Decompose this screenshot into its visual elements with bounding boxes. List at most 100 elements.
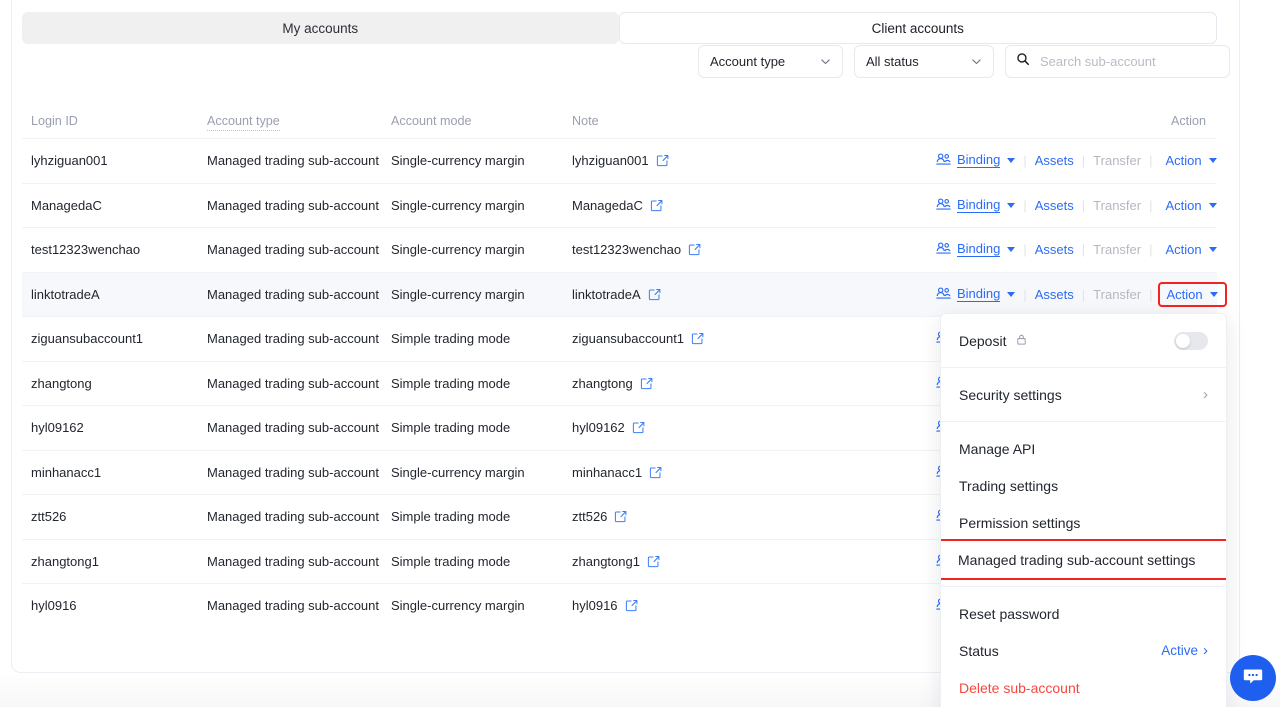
assets-link[interactable]: Assets xyxy=(1035,153,1074,168)
menu-item-security-settings[interactable]: Security settings › xyxy=(941,376,1226,413)
cell-login-id: ManagedaC xyxy=(31,197,102,213)
edit-note-icon[interactable] xyxy=(625,599,638,612)
cell-note: minhanacc1 xyxy=(572,465,936,480)
menu-item-delete-sub-account[interactable]: Delete sub-account xyxy=(941,669,1226,706)
cell-note: zhangtong1 xyxy=(572,554,936,569)
transfer-link[interactable]: Transfer xyxy=(1093,198,1141,213)
menu-item-trading-settings[interactable]: Trading settings xyxy=(941,467,1226,504)
search-icon xyxy=(1016,52,1030,71)
action-separator: | xyxy=(1023,286,1027,302)
assets-link[interactable]: Assets xyxy=(1035,198,1074,213)
action-dropdown-button[interactable]: Action xyxy=(1160,196,1221,215)
action-separator: | xyxy=(1081,242,1086,258)
chat-support-button[interactable] xyxy=(1230,655,1276,701)
cell-account-mode: Single-currency margin xyxy=(391,153,525,169)
caret-down-icon xyxy=(1209,291,1218,297)
edit-note-icon[interactable] xyxy=(649,466,662,479)
cell-note: test12323wenchao xyxy=(572,242,936,257)
cell-note: hyl0916 xyxy=(572,598,936,613)
account-tabs: My accounts Client accounts xyxy=(22,12,1217,44)
action-dropdown-button-label: Action xyxy=(1165,153,1202,169)
transfer-link[interactable]: Transfer xyxy=(1093,153,1141,168)
cell-login-id: ziguansubaccount1 xyxy=(31,331,144,347)
binding-button[interactable]: Binding xyxy=(936,152,1016,169)
users-icon xyxy=(936,197,951,214)
cell-account-type: Managed trading sub-account xyxy=(207,286,380,302)
transfer-link[interactable]: Transfer xyxy=(1093,287,1141,302)
menu-item-manage-api-label: Manage API xyxy=(959,440,1036,457)
cell-login-id: zhangtong xyxy=(31,375,92,391)
column-header-action: Action xyxy=(1170,114,1206,128)
cell-account-mode: Simple trading mode xyxy=(391,331,511,347)
edit-note-icon[interactable] xyxy=(640,377,653,390)
cell-account-type: Managed trading sub-account xyxy=(207,509,380,525)
cell-account-type: Managed trading sub-account xyxy=(207,598,380,614)
menu-item-security-settings-label: Security settings xyxy=(959,386,1062,403)
action-dropdown-button[interactable]: Action xyxy=(1158,281,1227,307)
action-separator: | xyxy=(1149,197,1153,213)
cell-note-text: zhangtong1 xyxy=(572,553,640,569)
cell-login-id: lyhziguan001 xyxy=(31,153,108,169)
edit-note-icon[interactable] xyxy=(614,510,627,523)
edit-note-icon[interactable] xyxy=(632,421,645,434)
status-badge: Active › xyxy=(1161,643,1208,658)
edit-note-icon[interactable] xyxy=(647,555,660,568)
account-type-select-label: Account type xyxy=(710,54,786,69)
transfer-link[interactable]: Transfer xyxy=(1093,242,1141,257)
edit-note-icon[interactable] xyxy=(648,288,661,301)
account-type-select[interactable]: Account type xyxy=(698,45,843,78)
menu-item-permission-settings[interactable]: Permission settings xyxy=(941,504,1226,541)
action-separator: | xyxy=(1081,286,1086,302)
action-separator: | xyxy=(1149,242,1153,258)
column-header-note: Note xyxy=(572,114,599,128)
table-row: lyhziguan001 Managed trading sub-account S… xyxy=(22,138,1217,183)
menu-group-security: Security settings › xyxy=(941,367,1226,421)
menu-item-status[interactable]: Status Active › xyxy=(941,632,1226,669)
column-header-account-type-label[interactable]: Account type xyxy=(207,114,280,131)
menu-item-managed-trading-sub-account-settings[interactable]: Managed trading sub-account settings xyxy=(941,539,1226,580)
menu-item-status-label: Status xyxy=(959,642,999,659)
search-input[interactable] xyxy=(1038,53,1219,70)
menu-item-deposit-label: Deposit xyxy=(959,332,1007,349)
tab-client-accounts[interactable]: Client accounts xyxy=(618,12,1217,44)
cell-account-type: Managed trading sub-account xyxy=(207,331,380,347)
edit-note-icon[interactable] xyxy=(688,243,701,256)
caret-down-icon xyxy=(1208,202,1217,208)
assets-link[interactable]: Assets xyxy=(1035,287,1074,302)
column-header-login-id: Login ID xyxy=(31,114,78,128)
action-separator: | xyxy=(1081,153,1086,169)
cell-account-mode: Simple trading mode xyxy=(391,420,511,436)
menu-item-reset-password[interactable]: Reset password xyxy=(941,595,1226,632)
action-dropdown-button[interactable]: Action xyxy=(1160,240,1221,259)
binding-button[interactable]: Binding xyxy=(936,197,1016,214)
cell-account-type: Managed trading sub-account xyxy=(207,242,380,258)
cell-note-text: hyl09162 xyxy=(572,420,625,436)
menu-item-deposit[interactable]: Deposit xyxy=(941,322,1226,359)
action-separator: | xyxy=(1023,153,1027,169)
search-sub-account-box[interactable] xyxy=(1005,45,1230,78)
binding-button[interactable]: Binding xyxy=(936,241,1016,258)
assets-link[interactable]: Assets xyxy=(1035,242,1074,257)
edit-note-icon[interactable] xyxy=(650,199,663,212)
cell-account-type: Managed trading sub-account xyxy=(207,553,380,569)
tab-client-accounts-label: Client accounts xyxy=(871,20,964,36)
cell-actions: Binding | Assets | Transfer | Action xyxy=(936,240,1229,259)
deposit-toggle[interactable] xyxy=(1174,331,1208,350)
cell-note-text: lyhziguan001 xyxy=(572,153,649,169)
column-header-account-mode: Account mode xyxy=(391,114,472,128)
tab-my-accounts[interactable]: My accounts xyxy=(22,12,619,44)
action-dropdown-button-label: Action xyxy=(1165,197,1202,213)
action-dropdown-button[interactable]: Action xyxy=(1160,151,1221,170)
chevron-down-icon xyxy=(820,56,831,67)
edit-note-icon[interactable] xyxy=(656,154,669,167)
cell-account-mode: Single-currency margin xyxy=(391,242,525,258)
action-separator: | xyxy=(1081,197,1086,213)
cell-login-id: minhanacc1 xyxy=(31,464,102,480)
caret-down-icon xyxy=(1007,158,1016,164)
binding-button[interactable]: Binding xyxy=(936,286,1016,303)
edit-note-icon[interactable] xyxy=(691,332,704,345)
cell-note-text: linktotradeA xyxy=(572,286,641,302)
status-select[interactable]: All status xyxy=(854,45,994,78)
menu-item-manage-api[interactable]: Manage API xyxy=(941,430,1226,467)
chevron-right-icon: › xyxy=(1203,642,1208,659)
